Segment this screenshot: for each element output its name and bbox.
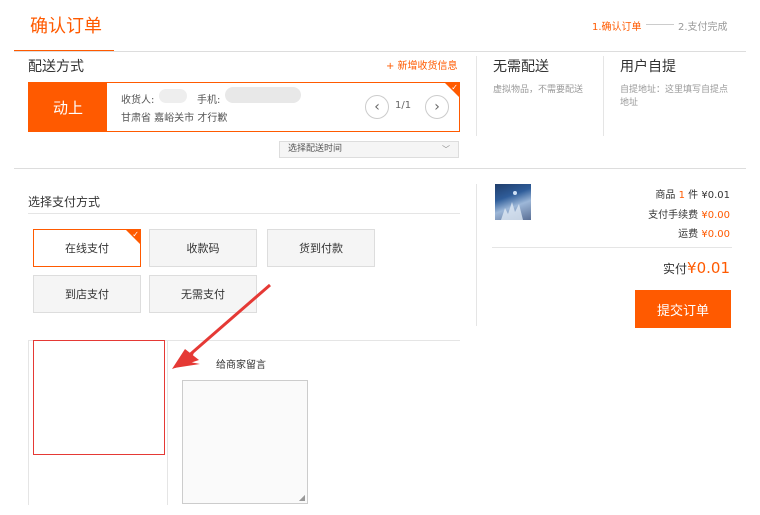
goods-unit: 件 [688,190,699,201]
product-image [501,191,523,220]
ship-label: 运费 [678,229,699,240]
annotation-arrow-icon [172,283,271,369]
summary-shipping: 运费 ¥0.00 [678,225,730,240]
summary-total: 实付¥0.01 [663,259,730,277]
summary-goods: 商品 1 件 ¥0.01 [655,186,730,201]
message-textarea[interactable]: ◢ [182,380,308,504]
fee-label: 支付手续费 [648,210,699,221]
fee-amount: ¥0.00 [701,210,730,221]
product-thumbnail [495,184,531,220]
resize-grip-icon: ◢ [298,493,305,502]
goods-label: 商品 [655,190,676,201]
goods-amount: ¥0.01 [701,190,730,201]
summary-divider [492,247,732,248]
goods-count: 1 [678,190,685,201]
message-label: 给商家留言 [216,360,266,371]
summary-fee: 支付手续费 ¥0.00 [648,206,730,221]
total-label: 实付 [663,262,688,276]
divider [476,184,477,326]
total-amount: ¥0.01 [687,259,730,277]
ship-amount: ¥0.00 [701,229,730,240]
submit-order-button[interactable]: 提交订单 [635,290,731,328]
